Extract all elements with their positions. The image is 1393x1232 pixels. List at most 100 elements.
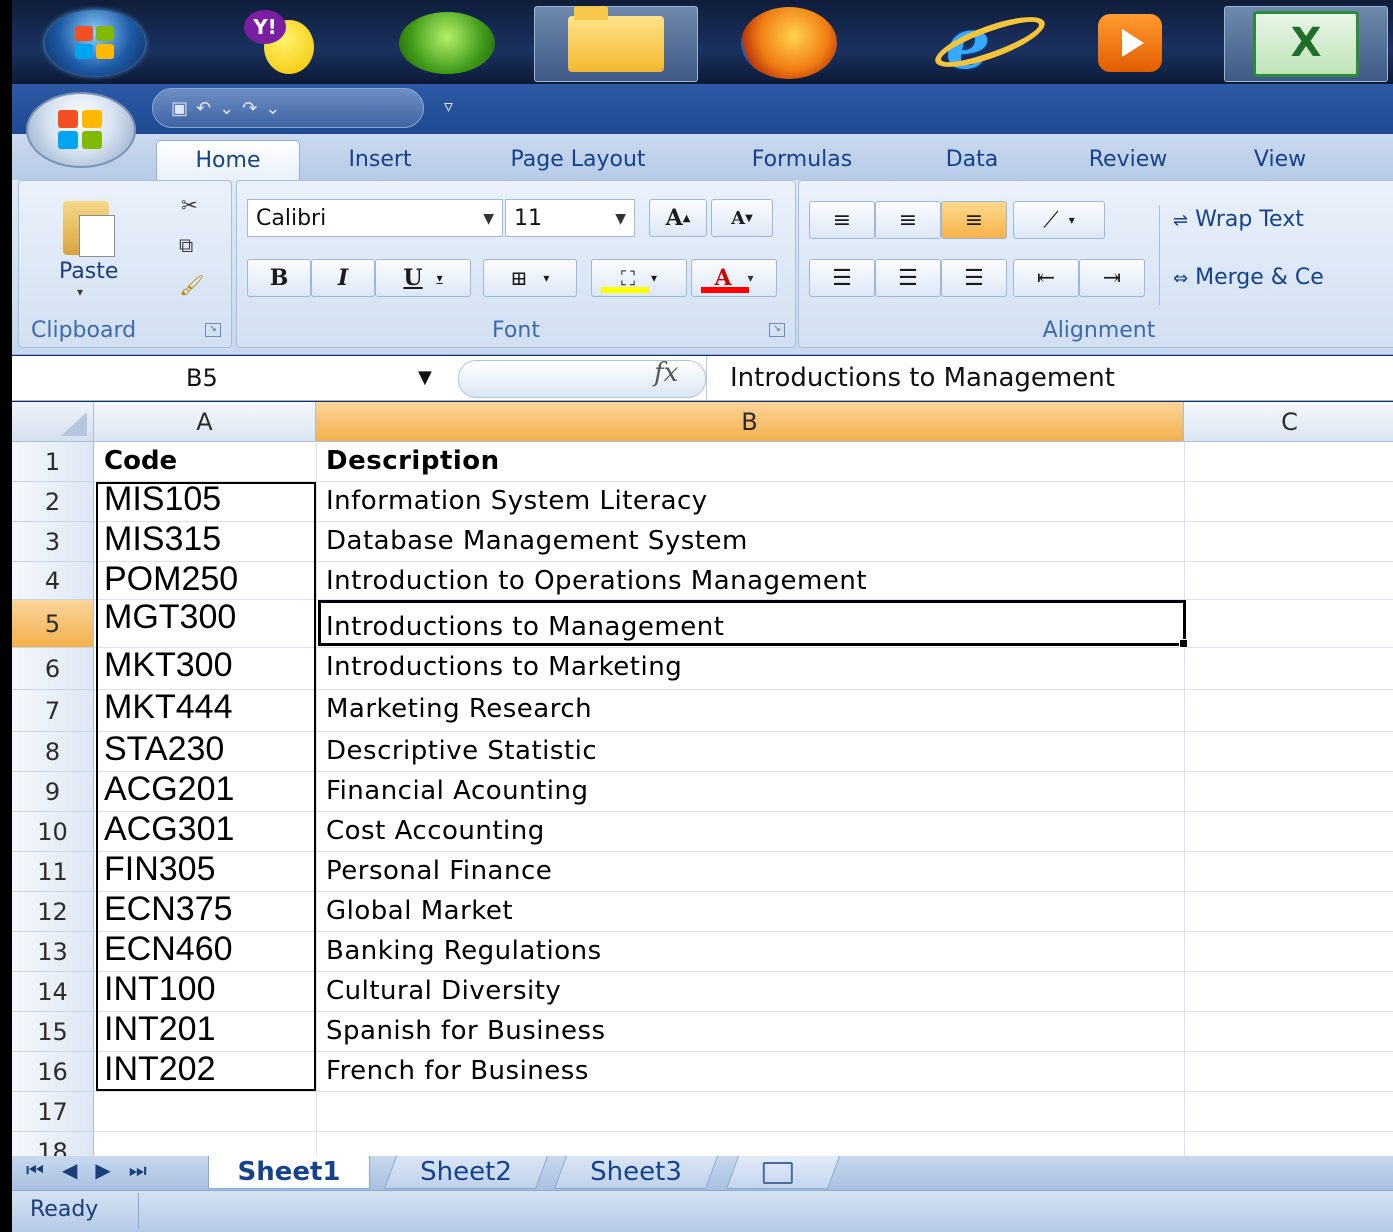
- font-launcher-icon[interactable]: ↘: [769, 323, 785, 337]
- column-header-a[interactable]: A: [94, 402, 316, 442]
- cell-description[interactable]: Financial Acounting: [326, 776, 589, 806]
- save-icon[interactable]: ▣: [171, 98, 188, 119]
- redo-dropdown-icon[interactable]: ⌄: [265, 98, 280, 119]
- cell-description[interactable]: Cost Accounting: [326, 816, 545, 846]
- explorer-button[interactable]: [534, 6, 698, 82]
- align-middle-button[interactable]: ≡: [875, 201, 941, 239]
- cell-description[interactable]: Information System Literacy: [326, 486, 708, 516]
- cell-code[interactable]: INT201: [104, 1010, 216, 1049]
- decrease-indent-button[interactable]: ⇤: [1013, 259, 1079, 297]
- cell-code[interactable]: INT100: [104, 970, 216, 1009]
- header-cell-description[interactable]: Description: [326, 446, 500, 476]
- redo-icon[interactable]: ↷: [242, 98, 257, 119]
- media-player-button[interactable]: [1080, 6, 1180, 80]
- sheet-tab-2[interactable]: Sheet2: [383, 1156, 549, 1189]
- cell-description[interactable]: Introductions to Marketing: [326, 652, 682, 682]
- cell-description[interactable]: Marketing Research: [326, 694, 592, 724]
- cell-code[interactable]: ECN375: [104, 890, 233, 929]
- align-center-button[interactable]: ☰: [875, 259, 941, 297]
- italic-button[interactable]: I: [311, 259, 375, 297]
- paste-dropdown-icon[interactable]: ▾: [77, 285, 83, 299]
- align-top-button[interactable]: ≡: [809, 201, 875, 239]
- row-header-7[interactable]: 7: [12, 690, 94, 732]
- row-header-11[interactable]: 11: [12, 852, 94, 892]
- bold-button[interactable]: B: [247, 259, 311, 297]
- cell-code[interactable]: MIS105: [104, 480, 221, 519]
- tab-view[interactable]: View: [1230, 140, 1330, 180]
- align-left-button[interactable]: ☰: [809, 259, 875, 297]
- chevron-down-icon[interactable]: ▼: [418, 356, 432, 400]
- cell-description[interactable]: Banking Regulations: [326, 936, 602, 966]
- media-center-button[interactable]: [392, 6, 502, 80]
- row-header-1[interactable]: 1: [12, 442, 94, 482]
- cell-code[interactable]: POM250: [104, 560, 238, 599]
- start-button[interactable]: [36, 6, 154, 80]
- insert-sheet-button[interactable]: [725, 1156, 841, 1189]
- cell-code[interactable]: MGT300: [104, 598, 236, 637]
- cell-code[interactable]: MIS315: [104, 520, 221, 559]
- cell-code[interactable]: MKT444: [104, 688, 233, 727]
- paste-button[interactable]: Paste: [53, 191, 131, 309]
- customize-qat-icon[interactable]: ▿: [444, 96, 453, 117]
- row-header-2[interactable]: 2: [12, 482, 94, 522]
- cell-description[interactable]: Spanish for Business: [326, 1016, 606, 1046]
- cell-code[interactable]: STA230: [104, 730, 224, 769]
- row-header-8[interactable]: 8: [12, 732, 94, 772]
- clipboard-launcher-icon[interactable]: ↘: [205, 323, 221, 337]
- tab-insert[interactable]: Insert: [318, 140, 442, 180]
- sheet-nav-buttons[interactable]: ⏮◀▶⏭: [26, 1158, 165, 1182]
- office-button[interactable]: [26, 92, 136, 168]
- row-header-13[interactable]: 13: [12, 932, 94, 972]
- selected-cell-b5[interactable]: [318, 600, 1188, 648]
- cell-description[interactable]: Cultural Diversity: [326, 976, 561, 1006]
- tab-formulas[interactable]: Formulas: [724, 140, 880, 180]
- tab-review[interactable]: Review: [1066, 140, 1190, 180]
- header-cell-code[interactable]: Code: [104, 446, 177, 476]
- tab-home[interactable]: Home: [156, 140, 300, 181]
- cell-description[interactable]: Descriptive Statistic: [326, 736, 597, 766]
- copy-icon[interactable]: ⧉: [179, 233, 193, 257]
- shrink-font-button[interactable]: A ▼: [711, 199, 773, 237]
- formula-input[interactable]: Introductions to Management: [730, 356, 1115, 400]
- grow-font-button[interactable]: A ▲: [649, 199, 707, 237]
- row-header-10[interactable]: 10: [12, 812, 94, 852]
- font-name-combo[interactable]: Calibri ▼: [247, 199, 503, 237]
- name-box[interactable]: B5 ▼: [12, 356, 452, 400]
- cell-code[interactable]: ECN460: [104, 930, 233, 969]
- cell-code[interactable]: MKT300: [104, 646, 233, 685]
- insert-function-button[interactable]: fx: [654, 358, 678, 388]
- worksheet-grid[interactable]: A B C 1 Code Description 2 MIS105 Information…: [12, 402, 1393, 1156]
- row-header-18[interactable]: 18: [12, 1132, 94, 1156]
- cell-description[interactable]: Introduction to Operations Management: [326, 566, 867, 596]
- underline-button[interactable]: U ▾: [375, 259, 471, 297]
- cell-code[interactable]: ACG201: [104, 770, 234, 809]
- align-right-button[interactable]: ☰: [941, 259, 1007, 297]
- row-header-4[interactable]: 4: [12, 562, 94, 600]
- align-bottom-button[interactable]: ≡: [941, 201, 1007, 239]
- cell-description[interactable]: Global Market: [326, 896, 513, 926]
- format-painter-icon[interactable]: 🖌: [179, 273, 204, 297]
- row-header-16[interactable]: 16: [12, 1052, 94, 1092]
- row-header-12[interactable]: 12: [12, 892, 94, 932]
- sheet-tab-1[interactable]: Sheet1: [208, 1156, 370, 1189]
- tab-data[interactable]: Data: [924, 140, 1020, 180]
- row-header-17[interactable]: 17: [12, 1092, 94, 1132]
- cell-description[interactable]: Database Management System: [326, 526, 748, 556]
- internet-explorer-button[interactable]: e: [908, 2, 1028, 85]
- cell-code[interactable]: FIN305: [104, 850, 216, 889]
- wrap-text-button[interactable]: ⇌ Wrap Text: [1173, 207, 1304, 232]
- yahoo-messenger-button[interactable]: Y!: [224, 6, 334, 80]
- row-header-15[interactable]: 15: [12, 1012, 94, 1052]
- cell-code[interactable]: ACG301: [104, 810, 234, 849]
- undo-dropdown-icon[interactable]: ⌄: [219, 98, 234, 119]
- row-header-6[interactable]: 6: [12, 648, 94, 690]
- cell-description[interactable]: French for Business: [326, 1056, 589, 1086]
- row-header-5[interactable]: 5: [12, 600, 94, 648]
- firefox-button[interactable]: [734, 6, 844, 80]
- orientation-button[interactable]: ⟋ ▾: [1013, 201, 1105, 239]
- increase-indent-button[interactable]: ⇥: [1079, 259, 1145, 297]
- row-header-14[interactable]: 14: [12, 972, 94, 1012]
- column-header-b[interactable]: B: [316, 402, 1184, 442]
- sheet-tab-3[interactable]: Sheet3: [553, 1156, 719, 1189]
- row-header-9[interactable]: 9: [12, 772, 94, 812]
